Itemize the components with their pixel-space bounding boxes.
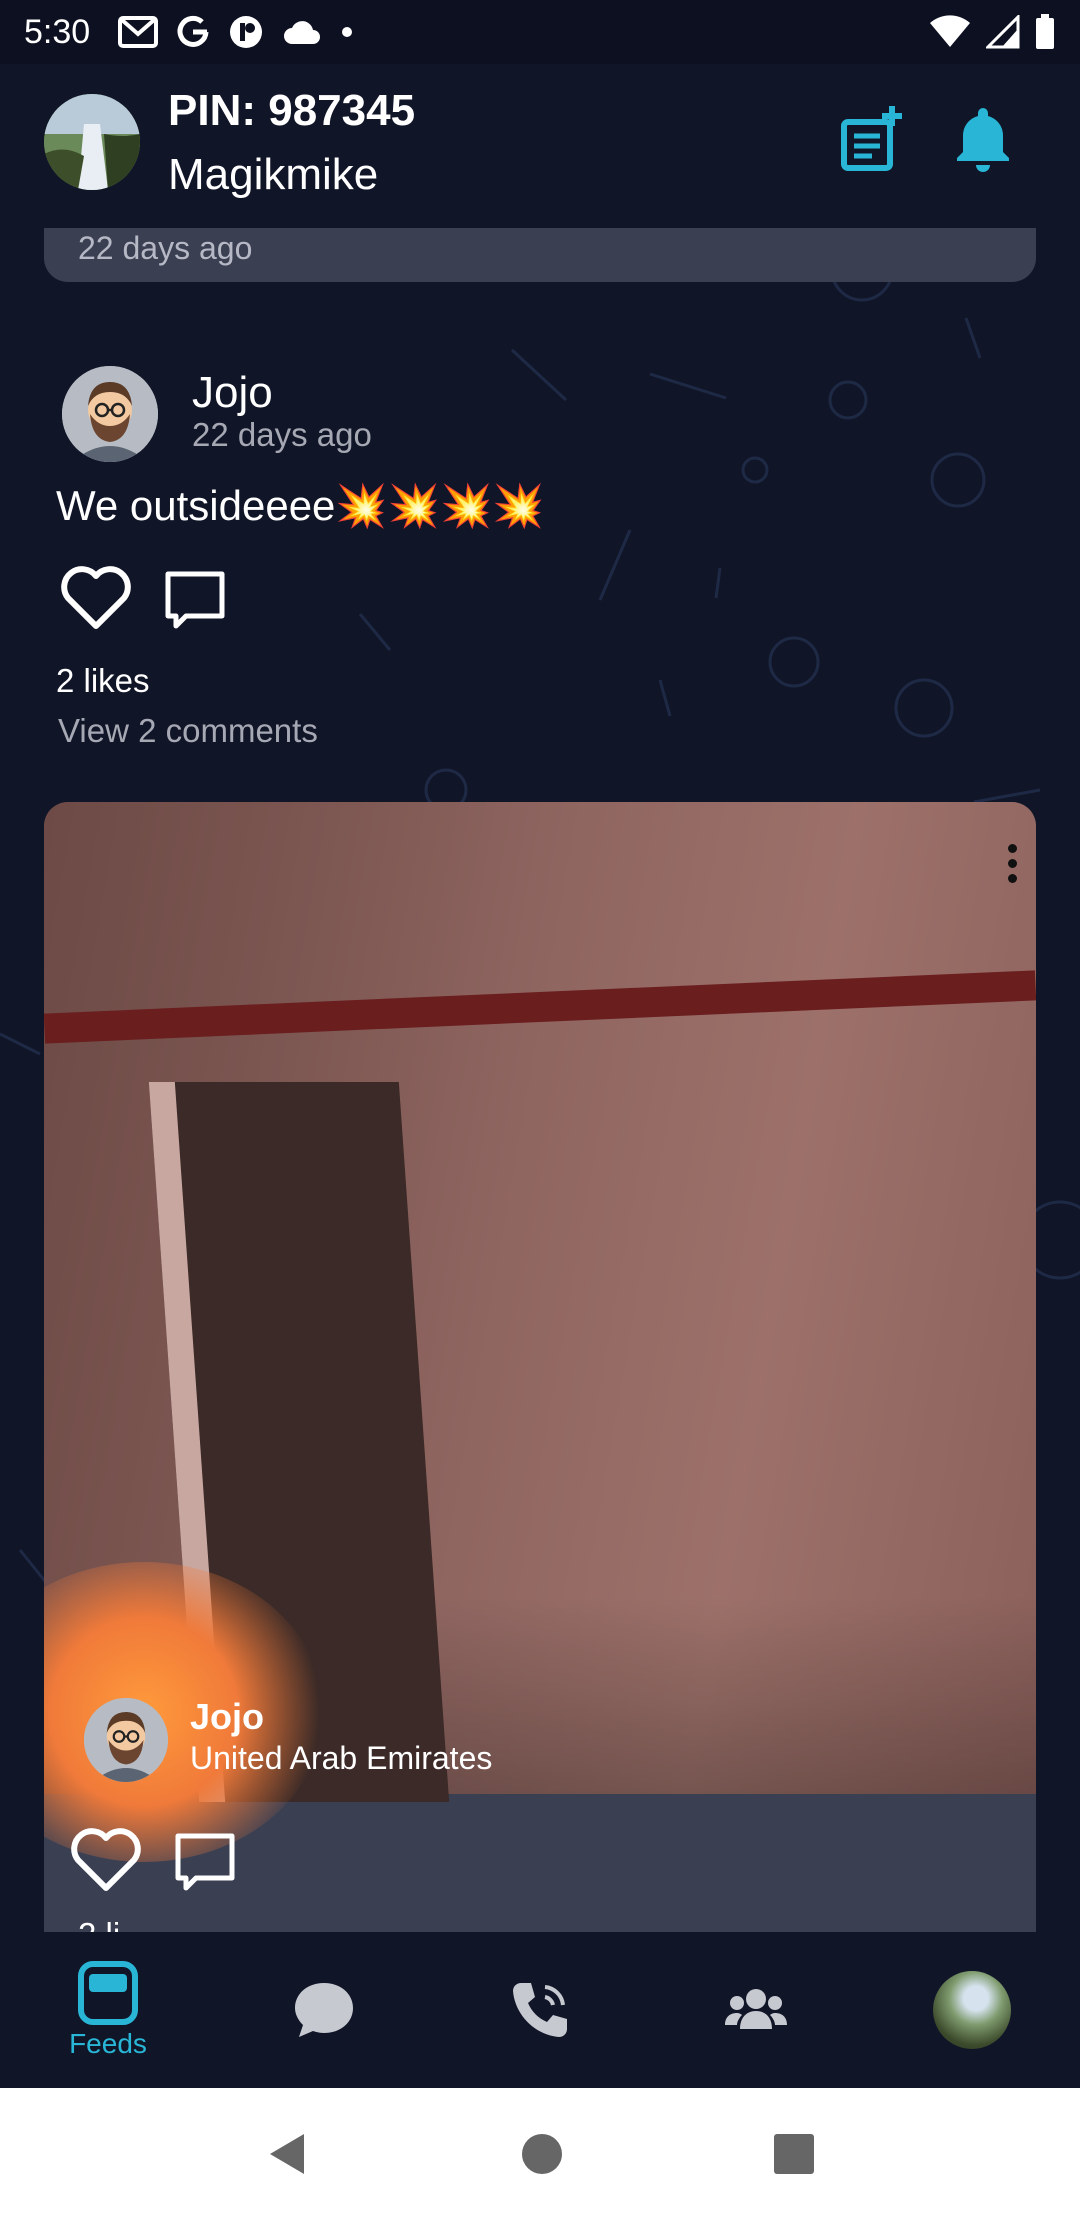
dot-icon [342,27,353,37]
bearded-man-avatar-image [84,1698,168,1782]
likes-count[interactable]: 2 li... [78,1916,148,1932]
status-time: 5:30 [24,12,91,51]
previous-post-time: 22 days ago [78,230,253,266]
user-avatar[interactable] [44,94,140,190]
photo-pipe [44,970,1036,1044]
nav-feeds-label: Feeds [69,2028,147,2059]
author-avatar[interactable] [84,1698,168,1782]
system-navigation-bar [0,2088,1080,2220]
post-text: We outsideeee💥💥💥💥 [56,482,545,529]
phone-icon [513,1983,567,2037]
nav-profile[interactable] [864,1932,1080,2088]
home-icon[interactable] [520,2132,564,2176]
photo-post-card: Jojo United Arab Emirates 2 li... [44,802,1036,1932]
back-icon[interactable] [264,2130,312,2178]
bell-icon[interactable] [948,104,1018,174]
nav-feeds[interactable]: Feeds [0,1932,216,2088]
bottom-navigation: Feeds [0,1932,1080,2088]
previous-post-card: 22 days ago [44,228,1036,282]
username-label: Magikmike [168,150,379,199]
app-header: PIN: 987345 Magikmike [0,64,1080,230]
more-options-icon[interactable] [1008,844,1018,889]
author-name[interactable]: Jojo [192,368,273,418]
app-icon [230,16,263,48]
battery-icon [1036,14,1054,49]
comment-icon[interactable] [162,566,228,632]
wifi-icon [930,15,970,47]
group-icon [725,1989,787,2029]
signal-icon [986,15,1020,49]
view-comments-link[interactable]: View 2 comments [58,712,318,750]
cloud-icon [284,21,321,44]
nav-chat[interactable] [216,1932,432,2088]
new-post-icon[interactable] [836,104,906,174]
nav-calls[interactable] [432,1932,648,2088]
feeds-icon [78,1961,138,2025]
nav-groups[interactable] [648,1932,864,2088]
notification-icons [118,14,354,50]
waterfall-avatar-image [44,94,140,190]
like-heart-icon[interactable] [68,1822,144,1898]
profile-avatar [933,1971,1011,2049]
post-time: 22 days ago [192,416,372,453]
pin-label: PIN: 987345 [168,86,416,135]
system-icons [928,14,1056,50]
status-bar: 5:30 [0,0,1080,64]
comment-icon[interactable] [172,1828,238,1894]
bearded-man-avatar-image [62,366,158,462]
gmail-icon [118,16,159,48]
author-name[interactable]: Jojo [190,1696,264,1738]
likes-count[interactable]: 2 likes [56,662,150,700]
chat-icon [295,1983,353,2037]
post-photo[interactable] [44,802,1036,1862]
like-heart-icon[interactable] [58,560,134,636]
author-avatar[interactable] [62,366,158,462]
google-icon [177,15,209,47]
post-location: United Arab Emirates [190,1740,493,1776]
recents-icon[interactable] [772,2132,816,2176]
